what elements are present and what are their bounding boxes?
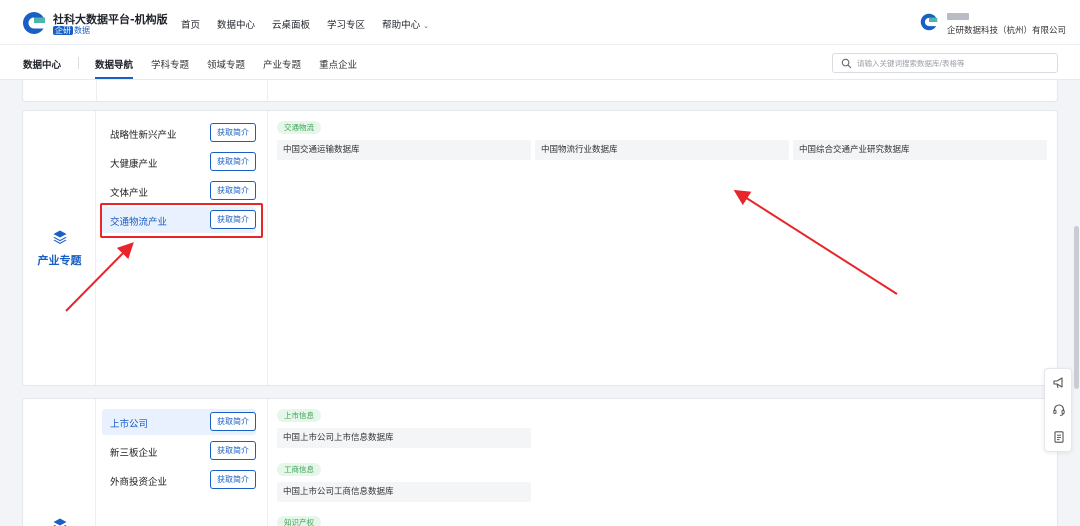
industry-name: 文体产业 bbox=[110, 188, 149, 199]
industry-name: 战略性新兴产业 bbox=[110, 130, 177, 141]
main-nav: 首页 数据中心 云桌面板 学习专区 帮助中心 ⌄ bbox=[181, 17, 429, 31]
industry-item[interactable]: 大健康产业 获取简介 bbox=[102, 149, 256, 175]
layers-icon bbox=[53, 230, 67, 244]
search-input[interactable] bbox=[857, 56, 1053, 70]
sub-nav-bar: 数据中心 数据导航 学科专题 领域专题 产业专题 重点企业 bbox=[0, 45, 1080, 80]
database-link[interactable]: 中国综合交通产业研究数据库 bbox=[793, 140, 1047, 160]
top-header: 社科大数据平台-机构版 企研 数据 首页 数据中心 云桌面板 学习专区 帮助中心 ⌄… bbox=[0, 0, 1080, 45]
enterprise-item[interactable]: 新三板企业 获取简介 bbox=[102, 438, 256, 464]
search-icon bbox=[841, 58, 852, 69]
category-label[interactable]: 产业专题 bbox=[23, 252, 96, 268]
get-intro-button[interactable]: 获取简介 bbox=[210, 181, 256, 200]
chevron-down-icon: ⌄ bbox=[423, 22, 429, 30]
database-panel: 上市信息 中国上市公司上市信息数据库 工商信息 中国上市公司工商信息数据库 知识… bbox=[268, 399, 1057, 526]
nav-cloud-desktop[interactable]: 云桌面板 bbox=[272, 17, 310, 31]
tab-key-enterprises[interactable]: 重点企业 bbox=[319, 57, 357, 71]
headset-icon[interactable] bbox=[1052, 403, 1066, 417]
sub-nav-tabs: 数据导航 学科专题 领域专题 产业专题 重点企业 bbox=[95, 57, 357, 79]
megaphone-icon[interactable] bbox=[1052, 376, 1066, 390]
enterprise-item[interactable]: 外商投资企业 获取简介 bbox=[102, 467, 256, 493]
divider bbox=[267, 80, 268, 102]
category-column: 产业专题 bbox=[23, 111, 96, 385]
floating-toolbar bbox=[1044, 368, 1072, 452]
tab-subject-topics[interactable]: 学科专题 bbox=[151, 57, 189, 71]
industry-item[interactable]: 战略性新兴产业 获取简介 bbox=[102, 120, 256, 146]
database-link[interactable]: 中国物流行业数据库 bbox=[535, 140, 789, 160]
document-icon[interactable] bbox=[1052, 430, 1066, 444]
enterprise-item-selected[interactable]: 上市公司 获取简介 bbox=[102, 409, 256, 435]
platform-logo-icon[interactable] bbox=[22, 11, 46, 35]
divider bbox=[78, 57, 79, 69]
user-company[interactable]: 企研数据科技（杭州）有限公司 bbox=[947, 24, 1066, 36]
enterprise-topic-card: 上市公司 获取简介 新三板企业 获取简介 外商投资企业 获取简介 上市信息 中国… bbox=[22, 398, 1058, 526]
group-tag: 交通物流 bbox=[277, 121, 321, 134]
search-box[interactable] bbox=[832, 53, 1058, 73]
group-tag: 知识产权 bbox=[277, 516, 321, 526]
industry-topic-card: 产业专题 战略性新兴产业 获取简介 大健康产业 获取简介 文体产业 获取简介 交… bbox=[22, 110, 1058, 386]
get-intro-button[interactable]: 获取简介 bbox=[210, 470, 256, 489]
nav-help-label: 帮助中心 bbox=[382, 20, 421, 31]
enterprise-name: 外商投资企业 bbox=[110, 477, 168, 488]
database-link[interactable]: 中国上市公司上市信息数据库 bbox=[277, 428, 531, 448]
get-intro-button[interactable]: 获取简介 bbox=[210, 123, 256, 142]
industry-item[interactable]: 文体产业 获取简介 bbox=[102, 178, 256, 204]
user-avatar-icon[interactable] bbox=[920, 13, 938, 31]
group-tag: 工商信息 bbox=[277, 463, 321, 476]
layers-icon bbox=[53, 518, 67, 526]
database-panel: 交通物流 中国交通运输数据库 中国物流行业数据库 中国综合交通产业研究数据库 bbox=[268, 111, 1057, 385]
divider bbox=[96, 80, 97, 102]
get-intro-button[interactable]: 获取简介 bbox=[210, 441, 256, 460]
enterprise-name: 新三板企业 bbox=[110, 448, 158, 459]
annotation-highlight-box bbox=[100, 203, 263, 238]
brand-subtitle: 企研 数据 bbox=[53, 25, 90, 36]
industry-name: 大健康产业 bbox=[110, 159, 158, 170]
nav-help-center[interactable]: 帮助中心 ⌄ bbox=[382, 17, 429, 31]
tab-field-topics[interactable]: 领域专题 bbox=[207, 57, 245, 71]
enterprise-list: 上市公司 获取简介 新三板企业 获取简介 外商投资企业 获取简介 bbox=[96, 399, 268, 526]
previous-section-card bbox=[22, 80, 1058, 102]
nav-data-center[interactable]: 数据中心 bbox=[217, 17, 255, 31]
industry-list: 战略性新兴产业 获取简介 大健康产业 获取简介 文体产业 获取简介 交通物流产业… bbox=[96, 111, 268, 385]
tab-data-navigation[interactable]: 数据导航 bbox=[95, 57, 134, 79]
user-name-redacted bbox=[947, 13, 969, 20]
tab-industry-topics[interactable]: 产业专题 bbox=[263, 57, 301, 71]
database-link[interactable]: 中国交通运输数据库 bbox=[277, 140, 531, 160]
get-intro-button[interactable]: 获取简介 bbox=[210, 152, 256, 171]
category-column bbox=[23, 399, 96, 526]
group-tag: 上市信息 bbox=[277, 409, 321, 422]
sub-nav-home[interactable]: 数据中心 bbox=[23, 57, 61, 71]
enterprise-name: 上市公司 bbox=[110, 419, 149, 430]
nav-home[interactable]: 首页 bbox=[181, 17, 200, 31]
brand-badge: 企研 bbox=[53, 26, 73, 35]
scrollbar-thumb[interactable] bbox=[1074, 226, 1079, 389]
get-intro-button[interactable]: 获取简介 bbox=[210, 412, 256, 431]
brand-sub-text: 数据 bbox=[74, 26, 90, 35]
nav-learning[interactable]: 学习专区 bbox=[327, 17, 365, 31]
database-link[interactable]: 中国上市公司工商信息数据库 bbox=[277, 482, 531, 502]
